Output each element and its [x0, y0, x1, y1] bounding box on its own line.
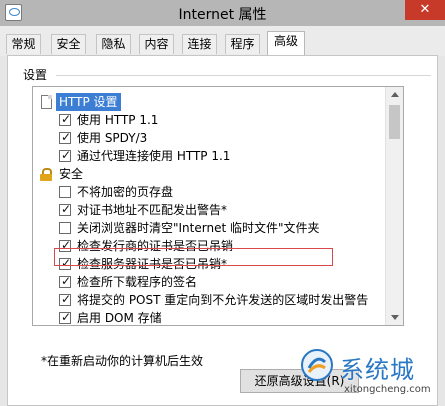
watermark-url: xitongcheng.com: [344, 384, 431, 395]
tab-advanced[interactable]: 高级: [267, 31, 305, 56]
checkbox[interactable]: [59, 273, 71, 289]
watermark-brand: 系统城: [340, 356, 415, 384]
list-item-label: 检查所下载程序的签名: [77, 275, 198, 289]
checkbox[interactable]: [59, 309, 71, 325]
list-item-label: 安全: [59, 167, 84, 181]
tab-connections[interactable]: 连接: [182, 34, 217, 54]
tab-general[interactable]: 常规: [6, 34, 41, 54]
list-item[interactable]: 不将加密的页存盘: [33, 183, 385, 201]
checkbox[interactable]: [59, 201, 71, 217]
tab-strip: 常规 安全 隐私 内容 连接 程序 高级: [0, 26, 445, 79]
list-item[interactable]: 启用 DOM 存储: [33, 309, 385, 325]
tab-content[interactable]: 内容: [139, 34, 174, 54]
close-icon: ✕: [419, 2, 431, 17]
list-item[interactable]: 将提交的 POST 重定向到不允许发送的区域时发出警告: [33, 291, 385, 309]
list-item-label: 不将加密的页存盘: [77, 185, 174, 199]
tab-programs[interactable]: 程序: [225, 34, 260, 54]
tab-security[interactable]: 安全: [51, 34, 86, 54]
list-item-label: 对证书地址不匹配发出警告*: [77, 203, 228, 217]
list-item-label: HTTP 设置: [56, 93, 121, 111]
lock-icon: [40, 168, 52, 181]
list-item-label: 使用 HTTP 1.1: [77, 113, 159, 127]
watermark-logo-icon: [301, 349, 333, 381]
list-item-label: 使用 SPDY/3: [77, 131, 148, 145]
list-item-label: 启用 DOM 存储: [77, 311, 162, 325]
settings-list[interactable]: HTTP 设置 使用 HTTP 1.1 使用 SPDY/3 通过代理连接使用 H…: [32, 86, 404, 326]
settings-header-http: HTTP 设置: [33, 93, 385, 111]
row-annotation-box: [54, 248, 333, 266]
restart-note: *在重新启动你的计算机后生效: [41, 354, 204, 368]
list-item[interactable]: 使用 SPDY/3: [33, 129, 385, 147]
window-title: Internet 属性: [178, 7, 267, 23]
tab-privacy[interactable]: 隐私: [96, 34, 131, 54]
list-item-label: 关闭浏览器时清空"Internet 临时文件"文件夹: [77, 221, 320, 235]
scroll-thumb[interactable]: [389, 105, 400, 139]
list-item-empty-temp-files[interactable]: 关闭浏览器时清空"Internet 临时文件"文件夹: [33, 219, 385, 237]
checkbox[interactable]: [59, 291, 71, 307]
vertical-scrollbar[interactable]: [385, 87, 403, 325]
scroll-down-icon[interactable]: [391, 315, 399, 320]
checkbox[interactable]: [59, 129, 71, 145]
list-item[interactable]: 通过代理连接使用 HTTP 1.1: [33, 147, 385, 165]
checkbox[interactable]: [59, 111, 71, 127]
list-item-label: 通过代理连接使用 HTTP 1.1: [77, 149, 231, 163]
checkbox[interactable]: [59, 147, 71, 163]
settings-header-security: 安全: [33, 165, 385, 183]
scroll-up-icon[interactable]: [391, 92, 399, 97]
title-bar: Internet 属性 ✕: [0, 0, 445, 26]
close-button[interactable]: ✕: [405, 0, 445, 20]
list-item[interactable]: 使用 HTTP 1.1: [33, 111, 385, 129]
checkbox[interactable]: [59, 186, 71, 198]
checkbox[interactable]: [59, 222, 71, 234]
list-item[interactable]: 对证书地址不匹配发出警告*: [33, 201, 385, 219]
settings-section-label: 设置: [23, 68, 48, 82]
list-item[interactable]: 检查所下载程序的签名: [33, 273, 385, 291]
section-divider: [56, 75, 431, 76]
list-item-label: 将提交的 POST 重定向到不允许发送的区域时发出警告: [77, 293, 369, 307]
page-icon: [41, 95, 52, 109]
